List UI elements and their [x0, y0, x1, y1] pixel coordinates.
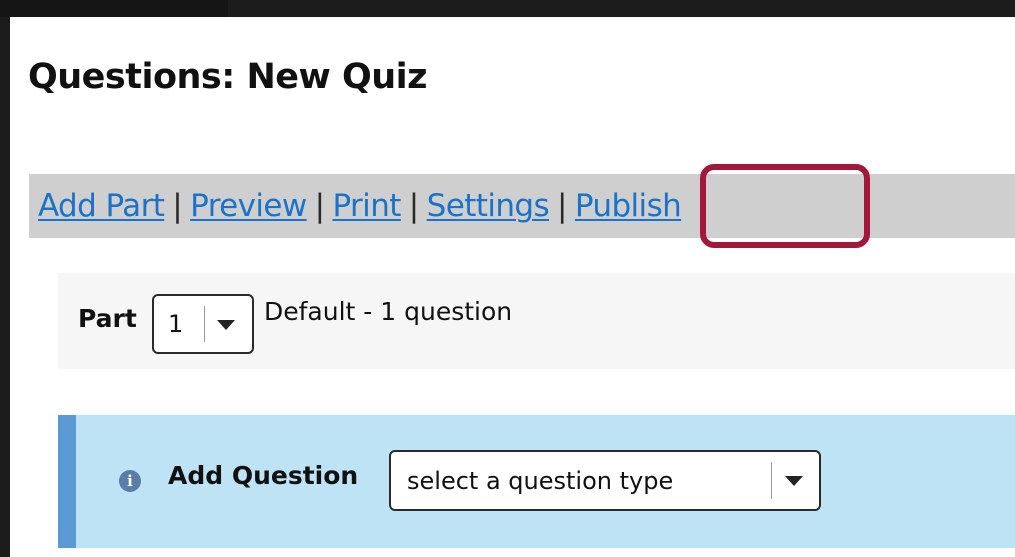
toolbar-separator: |: [408, 188, 419, 224]
chevron-down-icon: [217, 320, 235, 330]
print-link[interactable]: Print: [332, 188, 401, 224]
panel-accent-bar: [58, 415, 76, 548]
add-part-link[interactable]: Add Part: [38, 188, 165, 224]
select-divider: [771, 462, 772, 499]
question-type-value: select a question type: [407, 467, 674, 495]
part-number-value: 1: [168, 310, 184, 338]
part-label: Part: [78, 304, 137, 333]
toolbar-links: Add Part | Preview | Print | Settings | Publish: [38, 188, 682, 224]
window-top-strip: [0, 0, 1015, 17]
publish-link[interactable]: Publish: [575, 188, 682, 224]
add-question-label: Add Question: [168, 461, 359, 490]
chevron-down-icon: [785, 476, 803, 486]
select-divider: [204, 306, 205, 342]
part-number-select[interactable]: 1: [152, 294, 254, 354]
browser-tab-strip: [0, 0, 228, 17]
add-question-panel: i Add Question select a question type: [58, 415, 1015, 548]
part-description: Default - 1 question: [264, 297, 513, 326]
toolbar-separator: |: [314, 188, 325, 224]
settings-link[interactable]: Settings: [427, 188, 550, 224]
quiz-editor-page: Questions: New Quiz Add Part | Preview | Pri…: [10, 17, 1015, 557]
preview-link[interactable]: Preview: [190, 188, 307, 224]
page-title: Questions: New Quiz: [28, 57, 428, 97]
toolbar-separator: |: [557, 188, 567, 224]
info-icon: i: [119, 470, 141, 492]
part-row: Part 1 Default - 1 question: [58, 273, 1015, 369]
question-type-select[interactable]: select a question type: [389, 450, 821, 511]
toolbar-separator: |: [172, 188, 183, 224]
quiz-toolbar: Add Part | Preview | Print | Settings | Publish: [29, 174, 1015, 238]
